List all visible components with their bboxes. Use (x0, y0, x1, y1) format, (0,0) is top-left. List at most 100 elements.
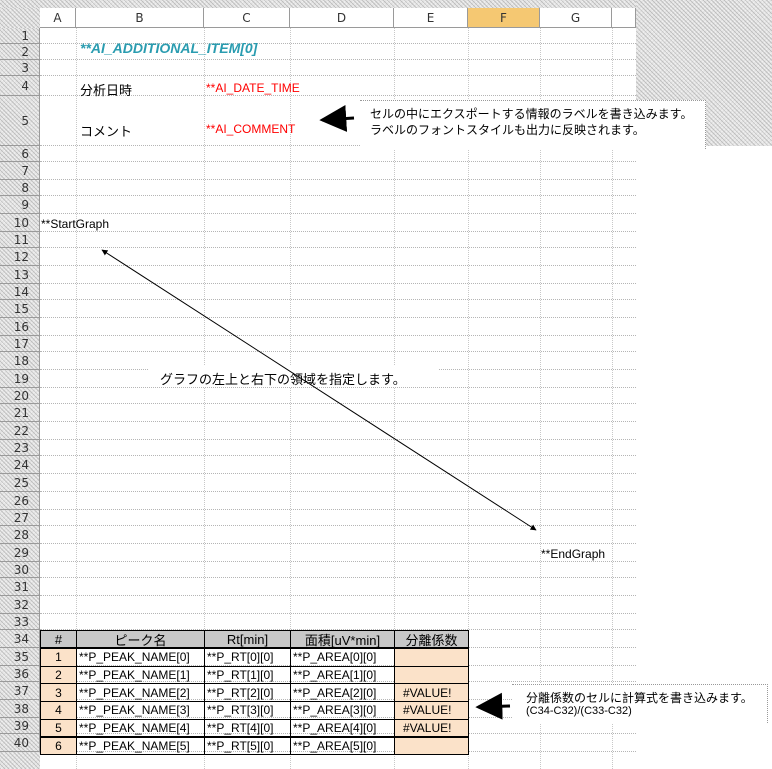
row-header-30[interactable]: 30 (0, 562, 40, 578)
gridline-h (40, 561, 636, 562)
table-cell-col-number[interactable]: 3 (40, 683, 77, 703)
table-cell-col-area[interactable]: **P_AREA[1][0] (290, 665, 395, 685)
row-header-20[interactable]: 20 (0, 388, 40, 404)
column-header-a[interactable]: A (40, 8, 76, 28)
row-header-33[interactable]: 33 (0, 614, 40, 630)
table-cell-col-resolution[interactable]: #VALUE! (394, 683, 469, 703)
table-cell-col-number[interactable]: 6 (40, 736, 77, 756)
row-header-12[interactable]: 12 (0, 248, 40, 266)
table-cell-col-resolution[interactable]: #VALUE! (394, 701, 469, 720)
table-cell-col-rt[interactable]: **P_RT[0][0] (204, 648, 291, 667)
row-header-11[interactable]: 11 (0, 232, 40, 248)
column-header-c[interactable]: C (204, 8, 290, 28)
cell-a9-start-graph[interactable]: **StartGraph (41, 217, 109, 231)
row-header-36[interactable]: 36 (0, 666, 40, 682)
table-cell-col-area[interactable]: **P_AREA[4][0] (290, 718, 395, 738)
header-bar-top (0, 0, 636, 8)
table-header-col-resolution[interactable]: 分離係数 (394, 630, 469, 648)
table-header-col-peak-name[interactable]: ピーク名 (76, 630, 205, 648)
table-cell-col-resolution[interactable] (394, 648, 469, 667)
row-header-32[interactable]: 32 (0, 596, 40, 614)
column-header-e[interactable]: E (394, 8, 468, 28)
row-header-17[interactable]: 17 (0, 336, 40, 352)
row-header-2[interactable]: 2 (0, 44, 40, 60)
table-cell-col-area[interactable]: **P_AREA[5][0] (290, 736, 395, 756)
table-cell-col-number[interactable]: 5 (40, 718, 77, 738)
row-header-29[interactable]: 29 (0, 544, 40, 562)
row-header-10[interactable]: 10 (0, 214, 40, 232)
row-header-39[interactable]: 39 (0, 718, 40, 734)
formula-note-arrow (475, 692, 511, 720)
column-header-g[interactable]: G (540, 8, 612, 28)
table-cell-col-rt[interactable]: **P_RT[3][0] (204, 701, 291, 720)
table-cell-col-rt[interactable]: **P_RT[1][0] (204, 665, 291, 685)
row-header-18[interactable]: 18 (0, 352, 40, 370)
row-header-3[interactable]: 3 (0, 60, 40, 76)
table-cell-col-peak-name[interactable]: **P_PEAK_NAME[3] (76, 701, 205, 720)
row-header-22[interactable]: 22 (0, 422, 40, 440)
table-cell-col-peak-name[interactable]: **P_PEAK_NAME[0] (76, 648, 205, 667)
table-header-col-area[interactable]: 面積[uV*min] (290, 630, 395, 648)
row-header-23[interactable]: 23 (0, 440, 40, 456)
row-header-4[interactable]: 4 (0, 76, 40, 96)
row-header-28[interactable]: 28 (0, 526, 40, 544)
row-header-27[interactable]: 27 (0, 510, 40, 526)
row-header-9[interactable]: 9 (0, 196, 40, 214)
cell-g28-end-graph[interactable]: **EndGraph (541, 547, 605, 561)
row-header-13[interactable]: 13 (0, 266, 40, 284)
row-header-6[interactable]: 6 (0, 146, 40, 162)
table-header-col-number[interactable]: # (40, 630, 77, 648)
row-header-1[interactable]: 1 (0, 28, 40, 44)
formula-note-line2: (C34-C32)/(C33-C32) (526, 705, 632, 717)
table-cell-col-area[interactable]: **P_AREA[2][0] (290, 683, 395, 703)
gridline-h (40, 595, 636, 596)
row-header-37[interactable]: 37 (0, 682, 40, 700)
table-cell-col-peak-name[interactable]: **P_PEAK_NAME[2] (76, 683, 205, 703)
column-header-f[interactable]: F (468, 8, 540, 28)
gridline-h (40, 509, 636, 510)
table-cell-col-rt[interactable]: **P_RT[2][0] (204, 683, 291, 703)
select-all-corner[interactable] (0, 8, 40, 28)
gridline-h (40, 179, 636, 180)
row-header-35[interactable]: 35 (0, 648, 40, 666)
row-header-31[interactable]: 31 (0, 578, 40, 596)
formula-note-line1: 分離係数のセルに計算式を書き込みます。 (526, 691, 753, 705)
cell-c5-comment-value[interactable]: **AI_COMMENT (206, 122, 295, 136)
table-cell-col-rt[interactable]: **P_RT[4][0] (204, 718, 291, 738)
row-header-8[interactable]: 8 (0, 180, 40, 196)
table-header-col-rt[interactable]: Rt[min] (204, 630, 291, 648)
column-header-d[interactable]: D (290, 8, 394, 28)
table-cell-col-number[interactable]: 4 (40, 701, 77, 720)
column-header-b[interactable]: B (76, 8, 204, 28)
row-header-19[interactable]: 19 (0, 370, 40, 388)
row-header-7[interactable]: 7 (0, 162, 40, 180)
row-header-15[interactable]: 15 (0, 300, 40, 318)
table-cell-col-area[interactable]: **P_AREA[3][0] (290, 701, 395, 720)
table-cell-col-rt[interactable]: **P_RT[5][0] (204, 736, 291, 756)
row-header-38[interactable]: 38 (0, 700, 40, 718)
table-cell-col-resolution[interactable]: #VALUE! (394, 718, 469, 738)
gridline-h (40, 403, 636, 404)
row-header-5[interactable]: 5 (0, 96, 40, 146)
row-header-24[interactable]: 24 (0, 456, 40, 474)
row-header-26[interactable]: 26 (0, 492, 40, 510)
table-cell-col-peak-name[interactable]: **P_PEAK_NAME[5] (76, 736, 205, 756)
table-cell-col-number[interactable]: 2 (40, 665, 77, 685)
row-header-16[interactable]: 16 (0, 318, 40, 336)
cell-b4-date-label[interactable]: 分析日時 (80, 80, 132, 99)
table-cell-col-area[interactable]: **P_AREA[0][0] (290, 648, 395, 667)
cell-b2-additional-item[interactable]: **AI_ADDITIONAL_ITEM[0] (80, 40, 257, 56)
cell-b5-comment-label[interactable]: コメント (80, 121, 132, 140)
row-header-14[interactable]: 14 (0, 284, 40, 300)
table-cell-col-resolution[interactable] (394, 736, 469, 756)
row-header-21[interactable]: 21 (0, 404, 40, 422)
row-header-25[interactable]: 25 (0, 474, 40, 492)
cell-c4-date-value[interactable]: **AI_DATE_TIME (206, 81, 300, 95)
row-header-40[interactable]: 40 (0, 734, 40, 752)
table-cell-col-resolution[interactable] (394, 665, 469, 685)
gridline-h (40, 439, 636, 440)
row-header-34[interactable]: 34 (0, 630, 40, 648)
table-cell-col-number[interactable]: 1 (40, 648, 77, 667)
table-cell-col-peak-name[interactable]: **P_PEAK_NAME[4] (76, 718, 205, 738)
table-cell-col-peak-name[interactable]: **P_PEAK_NAME[1] (76, 665, 205, 685)
